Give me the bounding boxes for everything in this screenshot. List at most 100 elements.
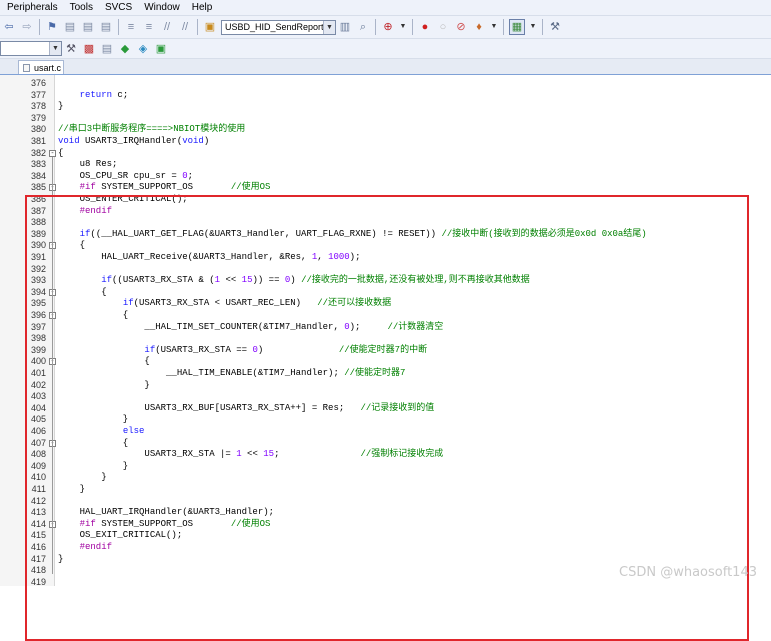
code-token: {	[58, 437, 129, 448]
menu-tools[interactable]: Tools	[63, 0, 98, 15]
clear-bookmarks-icon[interactable]: ▤	[99, 20, 113, 34]
code-line[interactable]: 399 if(USART3_RX_STA == 0) //使能定时器7的中断	[0, 345, 771, 356]
find-icon[interactable]: ▥	[338, 20, 352, 34]
code-line[interactable]: 416 #endif	[0, 542, 771, 553]
code-line[interactable]: 413 HAL_UART_IRQHandler(&UART3_Handler);	[0, 507, 771, 518]
code-line[interactable]: 396- {	[0, 310, 771, 321]
run-environment-icon[interactable]: ◈	[136, 42, 150, 56]
chevron-down-icon[interactable]: ▼	[323, 20, 335, 34]
code-line[interactable]: 381 void USART3_IRQHandler(void)	[0, 136, 771, 147]
indent-icon[interactable]: ≡	[124, 20, 138, 34]
code-line[interactable]: 377 return c;	[0, 90, 771, 101]
code-line[interactable]: 384 OS_CPU_SR cpu_sr = 0;	[0, 171, 771, 182]
code-editor[interactable]: 376 377 return c; 378} 379 380//串口3中断服务程序===…	[0, 75, 771, 641]
code-token: 15	[263, 449, 275, 460]
settings-wrench-icon[interactable]: ⚒	[548, 20, 562, 34]
line-number: 418	[30, 565, 46, 576]
find-in-files-icon[interactable]: ▣	[203, 20, 217, 34]
menu-window[interactable]: Window	[137, 0, 185, 15]
code-line[interactable]: 379	[0, 113, 771, 124]
incremental-find-icon[interactable]: ⌕	[356, 20, 370, 34]
code-line[interactable]: 398	[0, 333, 771, 344]
code-line[interactable]: 383 u8 Res;	[0, 159, 771, 170]
code-line[interactable]: 415 OS_EXIT_CRITICAL();	[0, 530, 771, 541]
kill-breakpoints-icon[interactable]: ♦	[472, 20, 486, 34]
chevron-down-icon[interactable]: ▼	[529, 20, 537, 34]
code-text: return c;	[58, 90, 129, 101]
code-line[interactable]: 417}	[0, 554, 771, 565]
debug-session-icon[interactable]: ⊕	[381, 20, 395, 34]
unindent-icon[interactable]: ≡	[142, 20, 156, 34]
code-line[interactable]: 405 }	[0, 414, 771, 425]
uncomment-icon[interactable]: //	[178, 20, 192, 34]
chevron-down-icon[interactable]: ▼	[399, 20, 407, 34]
next-bookmark-icon[interactable]: ▤	[81, 20, 95, 34]
code-line[interactable]: 395 if(USART3_RX_STA < USART_REC_LEN) //…	[0, 298, 771, 309]
code-line[interactable]: 401 __HAL_TIM_ENABLE(&TIM7_Handler); //使…	[0, 368, 771, 379]
code-line[interactable]: 385- #if SYSTEM_SUPPORT_OS //使用OS	[0, 182, 771, 193]
window-layout-icon[interactable]: ▦	[509, 19, 525, 35]
code-line[interactable]: 406 else	[0, 426, 771, 437]
code-line[interactable]: 409 }	[0, 461, 771, 472]
target-options-icon[interactable]: ⚒	[64, 42, 78, 56]
code-line[interactable]: 407- {	[0, 438, 771, 449]
code-token: {	[58, 286, 107, 297]
nav-forward-icon[interactable]: ⇨	[20, 20, 34, 34]
code-line[interactable]: 376	[0, 78, 771, 89]
manage-project-icon[interactable]: ▩	[82, 42, 96, 56]
fold-guide	[52, 156, 53, 575]
code-token: //记录接收到的值	[360, 402, 435, 413]
rte-icon[interactable]: ▣	[154, 42, 168, 56]
code-line[interactable]: 404 USART3_RX_BUF[USART3_RX_STA++] = Res…	[0, 403, 771, 414]
code-line[interactable]: 391 HAL_UART_Receive(&UART3_Handler, &Re…	[0, 252, 771, 263]
code-line[interactable]: 394- {	[0, 287, 771, 298]
code-line[interactable]: 414- #if SYSTEM_SUPPORT_OS //使用OS	[0, 519, 771, 530]
code-line[interactable]: 389 if((__HAL_UART_GET_FLAG(&UART3_Handl…	[0, 229, 771, 240]
prev-bookmark-icon[interactable]: ▤	[63, 20, 77, 34]
code-line[interactable]: 408 USART3_RX_STA |= 1 << 15; //强制标记接收完成	[0, 449, 771, 460]
code-line[interactable]: 397 __HAL_TIM_SET_COUNTER(&TIM7_Handler,…	[0, 322, 771, 333]
chevron-down-icon[interactable]: ▼	[49, 42, 61, 55]
code-line[interactable]: 387 #endif	[0, 206, 771, 217]
line-number: 404	[30, 402, 46, 413]
fold-toggle-icon[interactable]: -	[49, 149, 56, 157]
line-number: 376	[30, 78, 46, 88]
tab-usart-c[interactable]: usart.c	[18, 60, 64, 74]
find-combo[interactable]: USBD_HID_SendReport ▼	[221, 19, 336, 35]
code-token: //串口3中断服务程序====>NBIOT模块的使用	[58, 124, 246, 135]
code-line[interactable]: 382-{	[0, 148, 771, 159]
code-line[interactable]: 388	[0, 217, 771, 228]
file-icon	[23, 63, 30, 72]
nav-back-icon[interactable]: ⇦	[2, 20, 16, 34]
target-select[interactable]: ▼	[0, 41, 62, 56]
bookmark-icon[interactable]: ⚑	[45, 20, 59, 34]
pack-installer-icon[interactable]: ◆	[118, 42, 132, 56]
code-line[interactable]: 390- {	[0, 240, 771, 251]
comment-icon[interactable]: //	[160, 20, 174, 34]
code-line[interactable]: 412	[0, 496, 771, 507]
code-line[interactable]: 393 if((USART3_RX_STA & (1 << 15)) == 0)…	[0, 275, 771, 286]
code-line[interactable]: 392	[0, 264, 771, 275]
select-packs-icon[interactable]: ▤	[100, 42, 114, 56]
chevron-down-icon[interactable]: ▼	[490, 20, 498, 34]
breakpoint-disabled-icon[interactable]: ○	[436, 20, 450, 34]
clear-breakpoints-icon[interactable]: ⊘	[454, 20, 468, 34]
code-line[interactable]: 380 //串口3中断服务程序====>NBIOT模块的使用	[0, 124, 771, 135]
code-line[interactable]: 402 }	[0, 380, 771, 391]
menu-svcs[interactable]: SVCS	[98, 0, 137, 15]
menu-peripherals[interactable]: Peripherals	[0, 0, 63, 15]
code-line[interactable]: 411 }	[0, 484, 771, 495]
line-number: 417	[30, 553, 46, 564]
tab-label: usart.c	[34, 62, 62, 73]
code-line[interactable]: 386 OS_ENTER_CRITICAL();	[0, 194, 771, 205]
code-line[interactable]: 400- {	[0, 356, 771, 367]
menu-help[interactable]: Help	[185, 0, 218, 15]
line-number: 398	[30, 333, 46, 344]
code-line[interactable]: 378}	[0, 101, 771, 112]
code-line[interactable]: 403	[0, 391, 771, 402]
code-token: 15	[241, 275, 253, 286]
code-line[interactable]: 410 }	[0, 472, 771, 483]
line-number: 392	[30, 263, 46, 274]
breakpoint-icon[interactable]: ●	[418, 20, 432, 34]
code-text: USART3_RX_BUF[USART3_RX_STA++] = Res; //…	[58, 403, 434, 414]
